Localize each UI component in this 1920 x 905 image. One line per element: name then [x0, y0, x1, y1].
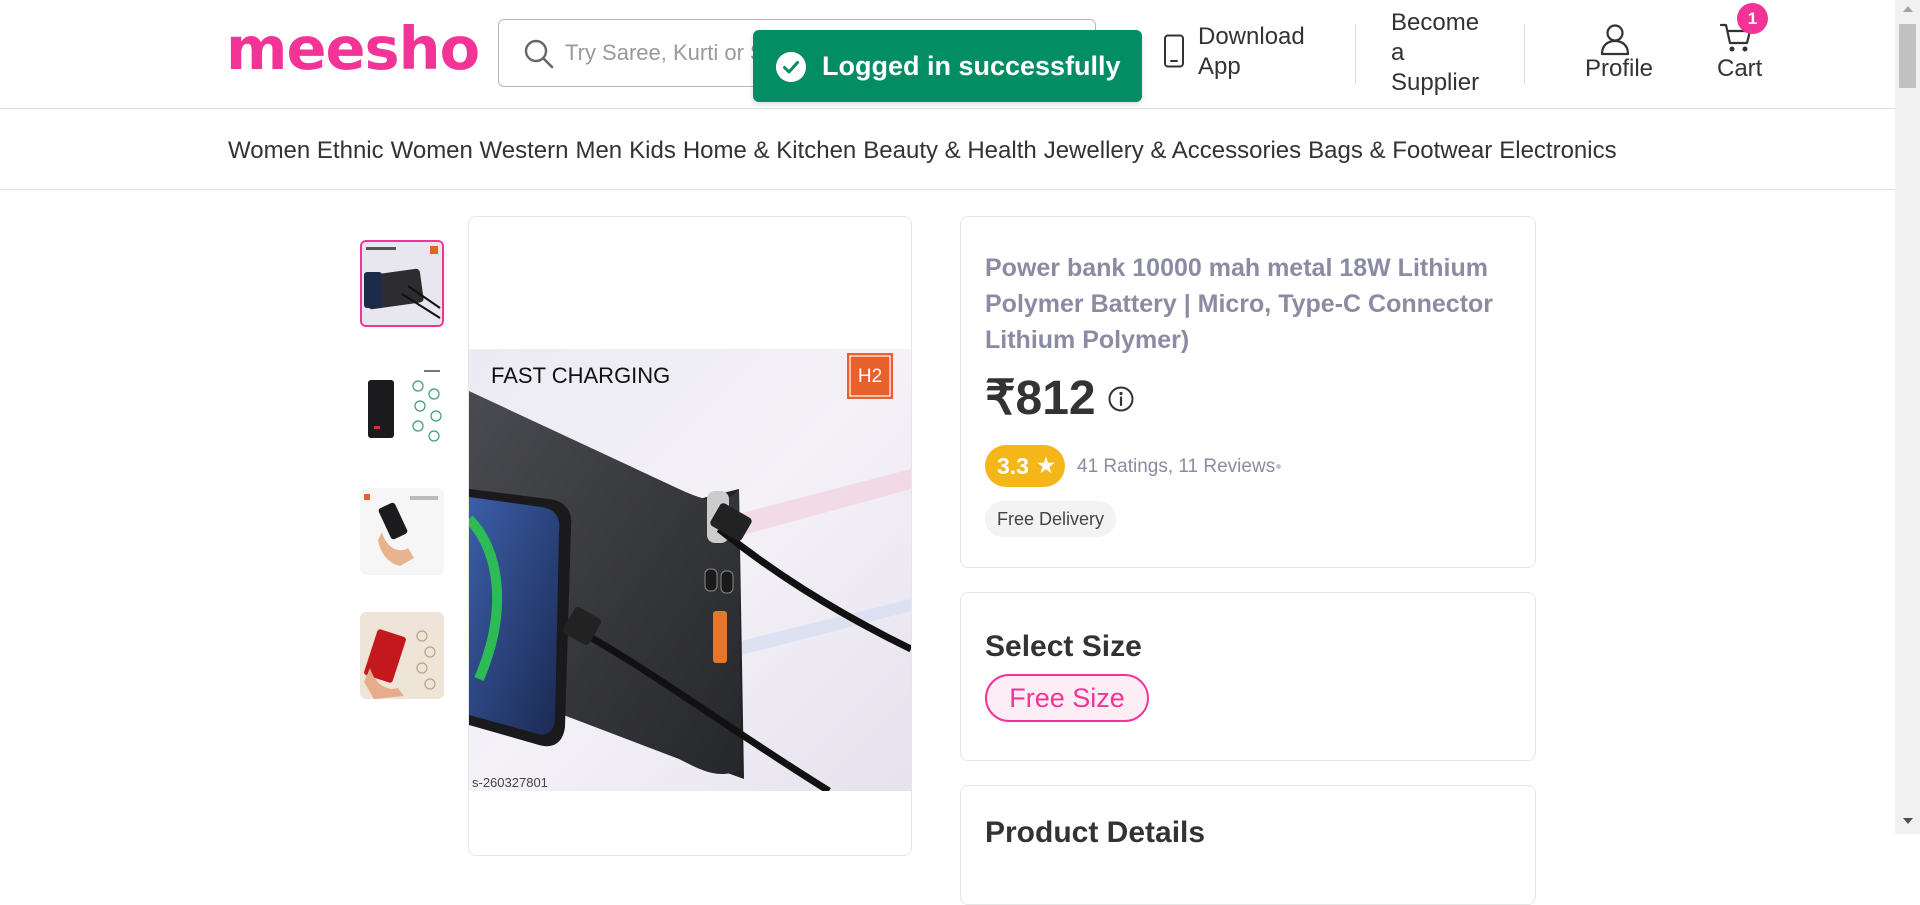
mobile-phone-icon [1164, 34, 1184, 68]
category-kids[interactable]: Kids [629, 137, 676, 164]
separator-dot [1276, 464, 1281, 469]
header-divider [1355, 24, 1356, 84]
category-list: Women Ethnic Women Western Men Kids Home & K… [228, 109, 1624, 193]
image-code: s-260327801 [472, 775, 548, 790]
main-product-image[interactable]: H2 FAST CHARGING s-260327801 [469, 349, 911, 791]
user-icon [1600, 24, 1630, 56]
cart-label: Cart [1717, 55, 1763, 82]
category-bar: Women Ethnic Women Western Men Kids Home & K… [0, 109, 1895, 190]
check-circle-icon [776, 52, 806, 82]
category-bags-footwear[interactable]: Bags & Footwear [1308, 137, 1492, 164]
meesho-logo[interactable]: meesho [226, 14, 480, 84]
product-info-card: Power bank 10000 mah metal 18W Lithium P… [960, 216, 1536, 568]
info-icon[interactable] [1107, 385, 1135, 413]
category-home-kitchen[interactable]: Home & Kitchen [683, 137, 856, 164]
size-option-free-size[interactable]: Free Size [985, 674, 1149, 722]
category-men[interactable]: Men [575, 137, 622, 164]
become-label: Become [1391, 9, 1480, 36]
category-women-western[interactable]: Women Western [391, 137, 569, 164]
image-caption: FAST CHARGING [491, 363, 670, 388]
product-price: ₹812 [985, 372, 1096, 425]
product-thumbnail-2[interactable] [360, 364, 444, 451]
category-beauty-health[interactable]: Beauty & Health [863, 137, 1036, 164]
power-bank-image: H2 FAST CHARGING s-260327801 [469, 349, 911, 791]
product-thumbnail-4[interactable] [360, 612, 444, 699]
download-app-link[interactable]: Download App [1198, 22, 1305, 82]
category-electronics[interactable]: Electronics [1499, 137, 1616, 164]
rating-badge: 3.3 ★ [985, 445, 1065, 487]
free-delivery-badge: Free Delivery [985, 501, 1117, 537]
star-icon: ★ [1037, 455, 1055, 477]
thumbnail-image [360, 488, 444, 575]
page-scrollbar[interactable] [1895, 0, 1920, 834]
product-thumbnail-3[interactable] [360, 488, 444, 575]
select-size-card: Select Size Free Size [960, 592, 1536, 761]
product-details-heading: Product Details [985, 816, 1206, 849]
product-details-card: Product Details [960, 785, 1536, 905]
brand-mark: H2 [858, 366, 882, 387]
supplier-label: Supplier [1391, 69, 1480, 96]
search-icon [524, 39, 554, 69]
category-jewellery-accessories[interactable]: Jewellery & Accessories [1044, 137, 1301, 164]
scrollbar-thumb[interactable] [1899, 24, 1916, 88]
app-label: App [1198, 53, 1241, 80]
scroll-up-arrow-icon[interactable] [1903, 6, 1913, 12]
login-success-toast: Logged in successfully [753, 30, 1142, 102]
profile-label: Profile [1585, 55, 1654, 82]
download-label: Download [1198, 23, 1305, 50]
a-label: a [1391, 39, 1405, 66]
product-title: Power bank 10000 mah metal 18W Lithium P… [985, 254, 1494, 354]
category-women-ethnic[interactable]: Women Ethnic [228, 137, 384, 164]
become-supplier-link[interactable]: Become a Supplier [1391, 8, 1479, 98]
thumbnail-image [362, 242, 442, 325]
toast-message: Logged in successfully [822, 51, 1121, 81]
top-header: meesho Logged in successfully Download A… [0, 0, 1895, 109]
product-thumbnail-1[interactable] [360, 240, 444, 327]
scroll-down-arrow-icon[interactable] [1903, 818, 1913, 824]
thumbnail-image [360, 364, 444, 451]
ratings-reviews-count: 41 Ratings, 11 Reviews [1077, 456, 1276, 477]
select-size-heading: Select Size [985, 630, 1142, 663]
thumbnail-image [360, 612, 444, 699]
rating-value: 3.3 [997, 453, 1029, 479]
header-divider [1524, 24, 1525, 84]
cart-count-badge: 1 [1737, 3, 1768, 34]
